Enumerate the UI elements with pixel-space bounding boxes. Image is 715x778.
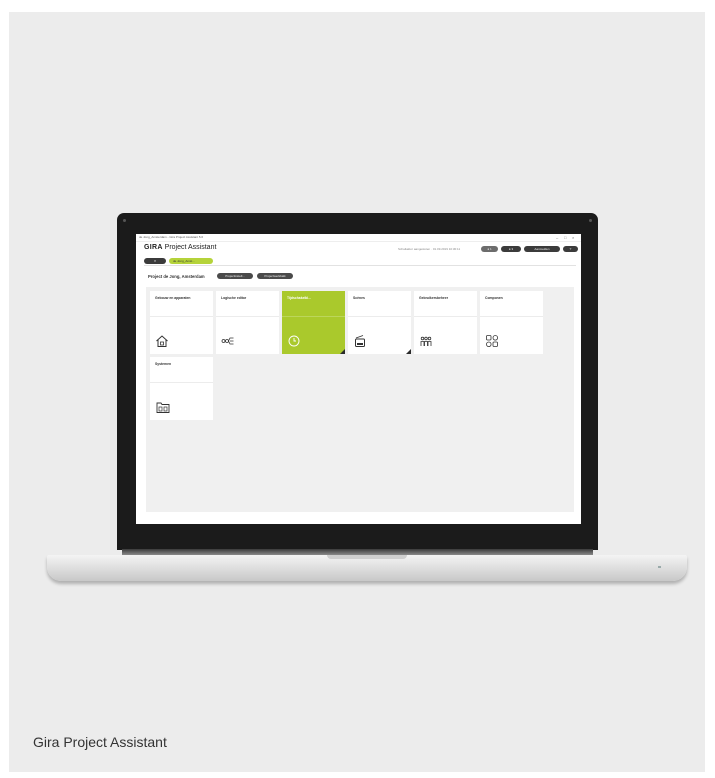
tab-project[interactable]: de Jong_Amst... (169, 258, 213, 264)
project-settings-button[interactable]: Projectinstell... (217, 273, 253, 279)
window-title: de Jong_Amsterdam - Gira Project Assista… (139, 235, 204, 239)
tile-label: Logische editor (221, 296, 247, 300)
app-window: de Jong_Amsterdam - Gira Project Assista… (136, 234, 581, 524)
tile-logic-editor[interactable]: Logische editor (216, 291, 279, 354)
tile-building-devices[interactable]: Gebouw en apparaten (150, 291, 213, 354)
laptop-opening-notch (327, 555, 407, 559)
page-title: Project de Jong, Amsterdam (148, 274, 205, 279)
tile-label: Tijdschakelkl... (287, 296, 312, 300)
tile-divider (150, 316, 213, 317)
users-icon (420, 336, 432, 346)
minimize-button[interactable]: – (556, 235, 558, 240)
laptop-status-light (658, 566, 661, 568)
camera-dot-right (589, 219, 592, 222)
connection-status: Schaltaktor aangesloten · 01.09.2019 10:… (398, 247, 461, 251)
tile-corner-marker (340, 349, 345, 354)
tile-scenes[interactable]: Scènes (348, 291, 411, 354)
close-tab-button[interactable]: × (144, 258, 166, 264)
window-titlebar: de Jong_Amsterdam - Gira Project Assista… (136, 234, 581, 242)
project-toolbar-button[interactable]: Projectwerkbalk (257, 273, 293, 279)
tile-divider (216, 316, 279, 317)
laptop-base (47, 555, 687, 581)
tile-user-management[interactable]: Gebruikersbeheer (414, 291, 477, 354)
tile-label: Componen (485, 296, 503, 300)
tile-systems[interactable]: Systemen (150, 357, 213, 420)
components-icon (486, 335, 498, 347)
tile-grid: Gebouw en apparaten Logische editor Tijd… (146, 287, 574, 512)
system-folder-icon (156, 402, 170, 413)
tile-divider (414, 316, 477, 317)
help-button[interactable]: ? (563, 246, 578, 252)
tile-divider (348, 316, 411, 317)
clock-icon (288, 335, 300, 347)
tile-label: Scènes (353, 296, 365, 300)
tile-label: Gebouw en apparaten (155, 296, 191, 300)
house-icon (156, 335, 168, 347)
laptop-lid: de Jong_Amsterdam - Gira Project Assista… (117, 213, 598, 550)
tile-divider (282, 316, 345, 317)
tile-divider (480, 316, 543, 317)
tile-components[interactable]: Componen (480, 291, 543, 354)
login-button[interactable]: Aanmelden (524, 246, 560, 252)
tile-corner-marker (406, 349, 411, 354)
app-logo: GIRA Project Assistant (144, 244, 216, 251)
camera-dot-left (123, 219, 126, 222)
tile-divider (150, 382, 213, 383)
product-name: Project Assistant (164, 244, 217, 251)
remote-icon (355, 335, 365, 347)
image-caption: Gira Project Assistant (33, 734, 167, 750)
close-window-button[interactable]: × (572, 235, 574, 240)
brand-name: GIRA (144, 244, 163, 251)
messages-button[interactable]: ● 3 (501, 246, 521, 252)
logic-nodes-icon (221, 337, 234, 345)
tile-label: Systemen (155, 362, 172, 366)
tile-label: Gebruikersbeheer (419, 296, 449, 300)
notification-button[interactable]: ● 1 (481, 246, 498, 252)
maximize-button[interactable]: □ (564, 235, 566, 240)
tile-time-switch[interactable]: Tijdschakelkl... (282, 291, 345, 354)
project-tab-bar: × de Jong_Amst... (144, 258, 576, 266)
